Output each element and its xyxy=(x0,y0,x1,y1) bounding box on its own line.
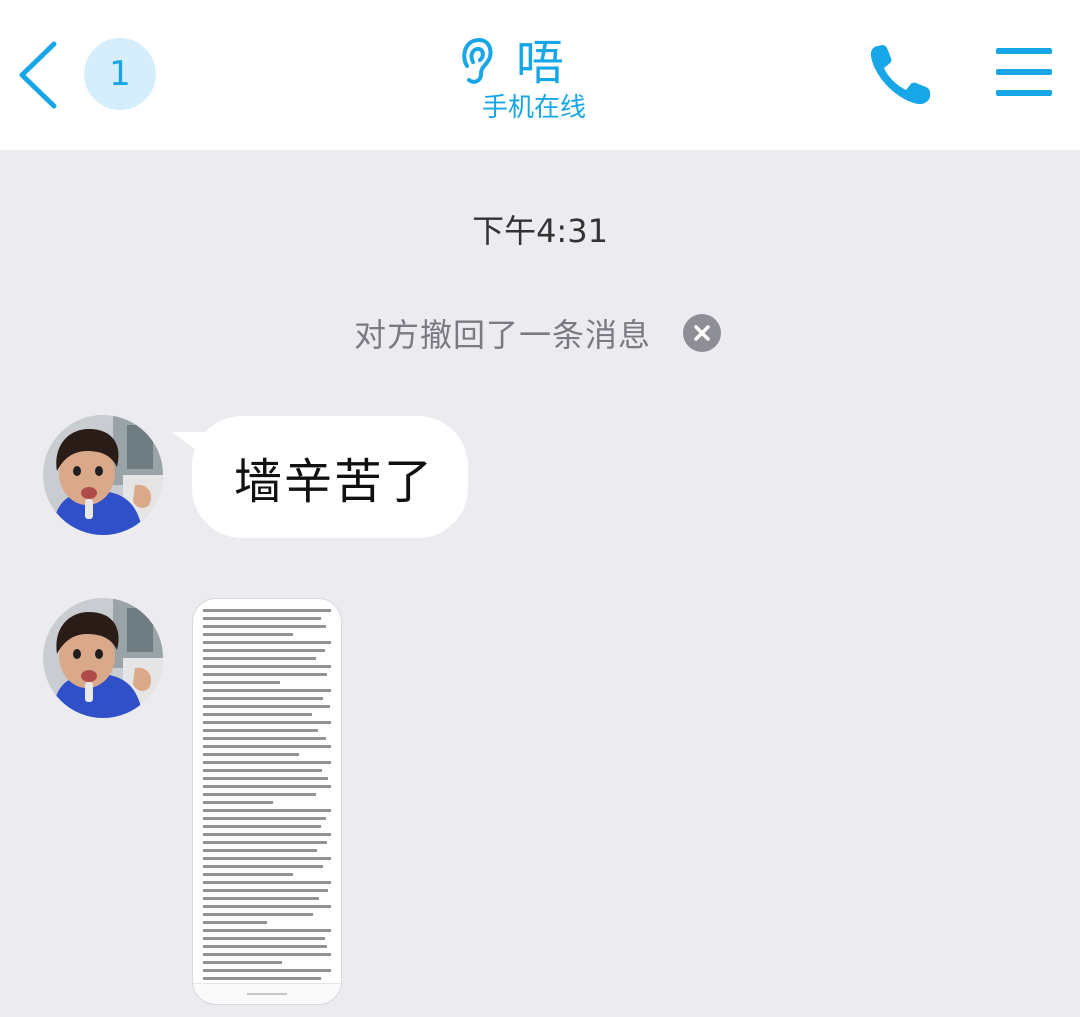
document-text-line xyxy=(203,705,330,708)
document-text-line xyxy=(203,977,321,980)
document-text-line xyxy=(203,849,317,852)
document-text-line xyxy=(203,905,331,908)
menu-button[interactable] xyxy=(996,46,1052,98)
recall-notice: 对方撤回了一条消息 xyxy=(354,308,722,358)
document-text-line xyxy=(203,625,326,628)
document-text-line xyxy=(203,913,314,916)
phone-icon xyxy=(870,45,930,105)
document-text-line xyxy=(203,697,324,700)
document-text-line xyxy=(203,729,319,732)
document-screenshot-thumbnail xyxy=(203,609,331,1004)
recall-notice-text: 对方撤回了一条消息 xyxy=(354,316,652,354)
document-text-line xyxy=(203,745,331,748)
document-text-line xyxy=(203,761,331,764)
document-text-line xyxy=(203,889,329,892)
document-text-line xyxy=(203,689,331,692)
document-text-line xyxy=(203,657,316,660)
document-text-line xyxy=(203,961,283,964)
document-text-line xyxy=(203,833,331,836)
chat-header: 1 唔 手机在线 xyxy=(0,0,1080,150)
document-text-line xyxy=(203,769,323,772)
document-text-line xyxy=(203,825,321,828)
contact-name: 唔 xyxy=(516,35,565,91)
contact-title[interactable]: 唔 手机在线 xyxy=(450,30,630,130)
hamburger-menu-icon xyxy=(996,48,1052,96)
recall-close-button[interactable] xyxy=(683,314,722,352)
text-message-bubble[interactable]: 墙辛苦了 xyxy=(192,416,468,538)
document-text-line xyxy=(203,777,329,780)
document-text-line xyxy=(203,649,325,652)
contact-avatar[interactable] xyxy=(43,598,163,718)
document-text-line xyxy=(203,681,280,684)
document-text-line xyxy=(203,737,326,740)
back-button[interactable] xyxy=(14,40,62,110)
avatar-photo xyxy=(43,415,163,535)
contact-avatar[interactable] xyxy=(43,415,163,535)
footer-line xyxy=(247,993,287,995)
document-text-line xyxy=(203,713,312,716)
unread-count-badge[interactable]: 1 xyxy=(84,38,156,110)
document-text-line xyxy=(203,857,331,860)
document-thumbnail-footer xyxy=(193,983,341,1004)
document-text-line xyxy=(203,753,299,756)
text-message-content: 墙辛苦了 xyxy=(233,454,434,510)
document-text-line xyxy=(203,865,324,868)
document-text-line xyxy=(203,801,274,804)
document-text-line xyxy=(203,945,328,948)
call-button[interactable] xyxy=(866,40,936,110)
message-timestamp: 下午4:31 xyxy=(472,212,608,250)
avatar-photo xyxy=(43,598,163,718)
document-text-line xyxy=(203,641,331,644)
document-text-line xyxy=(203,609,331,612)
document-text-line xyxy=(203,969,331,972)
document-text-line xyxy=(203,921,267,924)
document-text-line xyxy=(203,793,316,796)
document-text-line xyxy=(203,881,331,884)
document-text-line xyxy=(203,841,328,844)
unread-count: 1 xyxy=(109,54,131,94)
ear-icon xyxy=(462,37,493,84)
document-text-line xyxy=(203,873,293,876)
document-text-line xyxy=(203,673,328,676)
image-message[interactable] xyxy=(192,598,342,1005)
document-text-line xyxy=(203,817,326,820)
online-status: 手机在线 xyxy=(482,93,587,123)
document-text-line xyxy=(203,721,331,724)
document-text-line xyxy=(203,785,331,788)
document-text-line xyxy=(203,665,331,668)
document-text-line xyxy=(203,953,331,956)
document-text-line xyxy=(203,617,321,620)
chevron-left-icon xyxy=(19,41,57,109)
document-text-line xyxy=(203,929,331,932)
document-text-line xyxy=(203,897,320,900)
document-text-line xyxy=(203,809,331,812)
close-icon xyxy=(694,325,710,341)
document-text-line xyxy=(203,633,293,636)
document-text-line xyxy=(203,937,325,940)
